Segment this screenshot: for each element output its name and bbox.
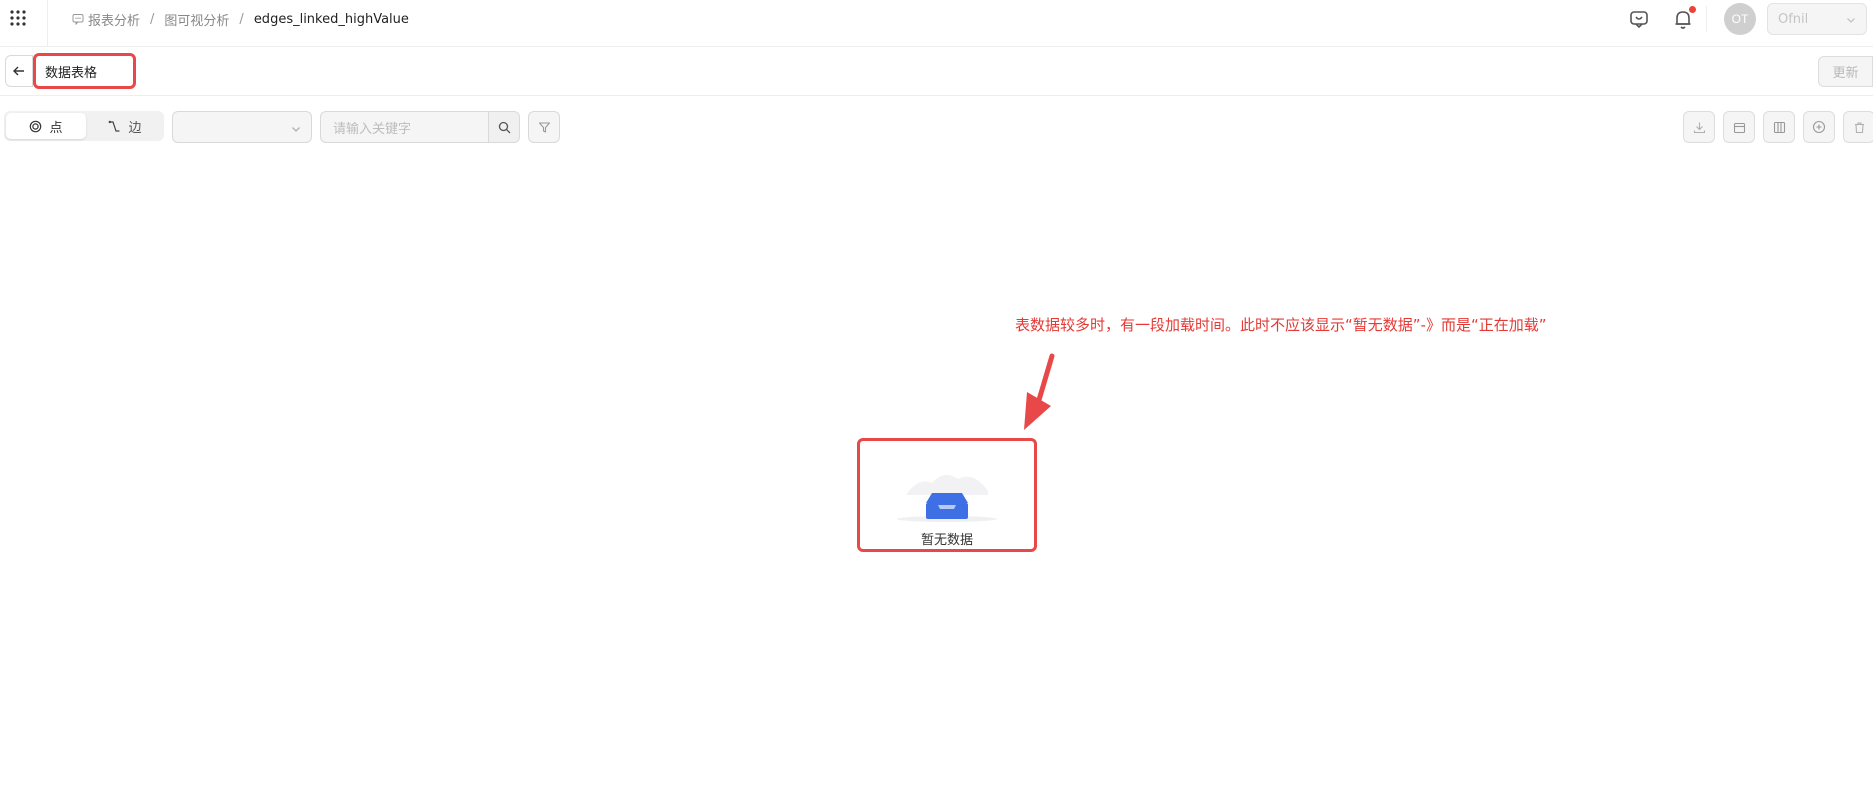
apps-grid-icon[interactable]	[8, 8, 28, 28]
workspace-select[interactable]: Ofnil	[1767, 3, 1867, 35]
toolbar: 点 边 请输入关键字	[0, 97, 1873, 157]
back-button[interactable]	[5, 55, 33, 87]
tab-label: 边	[128, 120, 142, 136]
breadcrumb-label: 图可视分析	[164, 13, 230, 29]
search-input[interactable]: 请输入关键字	[320, 111, 488, 143]
title-row: 数据表格 更新	[0, 48, 1873, 96]
field-select[interactable]	[172, 111, 312, 143]
top-bar: 报表分析 / 图可视分析 / edges_linked_highValue OT…	[0, 0, 1873, 47]
breadcrumb-item-report-analysis[interactable]: 报表分析	[72, 10, 140, 29]
report-icon	[72, 14, 84, 25]
avatar[interactable]: OT	[1724, 3, 1756, 35]
breadcrumb-current: edges_linked_highValue	[253, 11, 409, 27]
breadcrumb-separator: /	[239, 11, 244, 27]
empty-state: 暂无数据	[857, 438, 1037, 552]
calendar-button[interactable]	[1723, 111, 1755, 143]
notification-dot	[1689, 6, 1696, 13]
filter-button[interactable]	[528, 111, 560, 143]
search-button[interactable]	[488, 111, 520, 143]
node-edge-switch: 点 边	[4, 111, 164, 141]
add-circle-icon	[1812, 120, 1826, 134]
breadcrumb-label: 报表分析	[88, 13, 141, 29]
search-icon	[498, 121, 510, 133]
chevron-down-icon	[1847, 18, 1855, 23]
download-icon	[1693, 122, 1705, 133]
breadcrumb-separator: /	[150, 11, 155, 27]
breadcrumb: 报表分析 / 图可视分析 / edges_linked_highValue	[72, 10, 409, 29]
delete-button[interactable]	[1843, 111, 1873, 143]
calendar-icon	[1733, 122, 1745, 133]
empty-box-icon	[897, 474, 997, 522]
columns-icon	[1773, 121, 1785, 133]
node-icon	[30, 120, 42, 132]
topbar-divider	[47, 0, 48, 47]
download-button[interactable]	[1683, 111, 1715, 143]
breadcrumb-item-graph-analysis[interactable]: 图可视分析	[164, 10, 229, 29]
title-input[interactable]: 数据表格	[33, 53, 136, 89]
filter-icon	[538, 121, 550, 133]
feedback-icon[interactable]	[1628, 8, 1650, 30]
tab-nodes[interactable]: 点	[6, 113, 86, 139]
trash-icon	[1854, 121, 1864, 133]
arrow-left-icon	[13, 66, 24, 76]
edge-icon	[109, 120, 120, 132]
chevron-down-icon	[292, 127, 300, 132]
add-button[interactable]	[1803, 111, 1835, 143]
workspace-select-value: Ofnil	[1778, 11, 1809, 27]
update-button[interactable]: 更新	[1818, 56, 1873, 87]
annotation-arrow	[1024, 353, 1055, 430]
tab-label: 点	[49, 120, 63, 136]
topbar-divider-right	[1706, 6, 1707, 32]
annotation-text: 表数据较多时，有一段加载时间。此时不应该显示“暂无数据”-》而是“正在加载”	[1015, 316, 1547, 334]
empty-state-text: 暂无数据	[920, 533, 973, 548]
tab-edges[interactable]: 边	[88, 113, 162, 139]
columns-button[interactable]	[1763, 111, 1795, 143]
